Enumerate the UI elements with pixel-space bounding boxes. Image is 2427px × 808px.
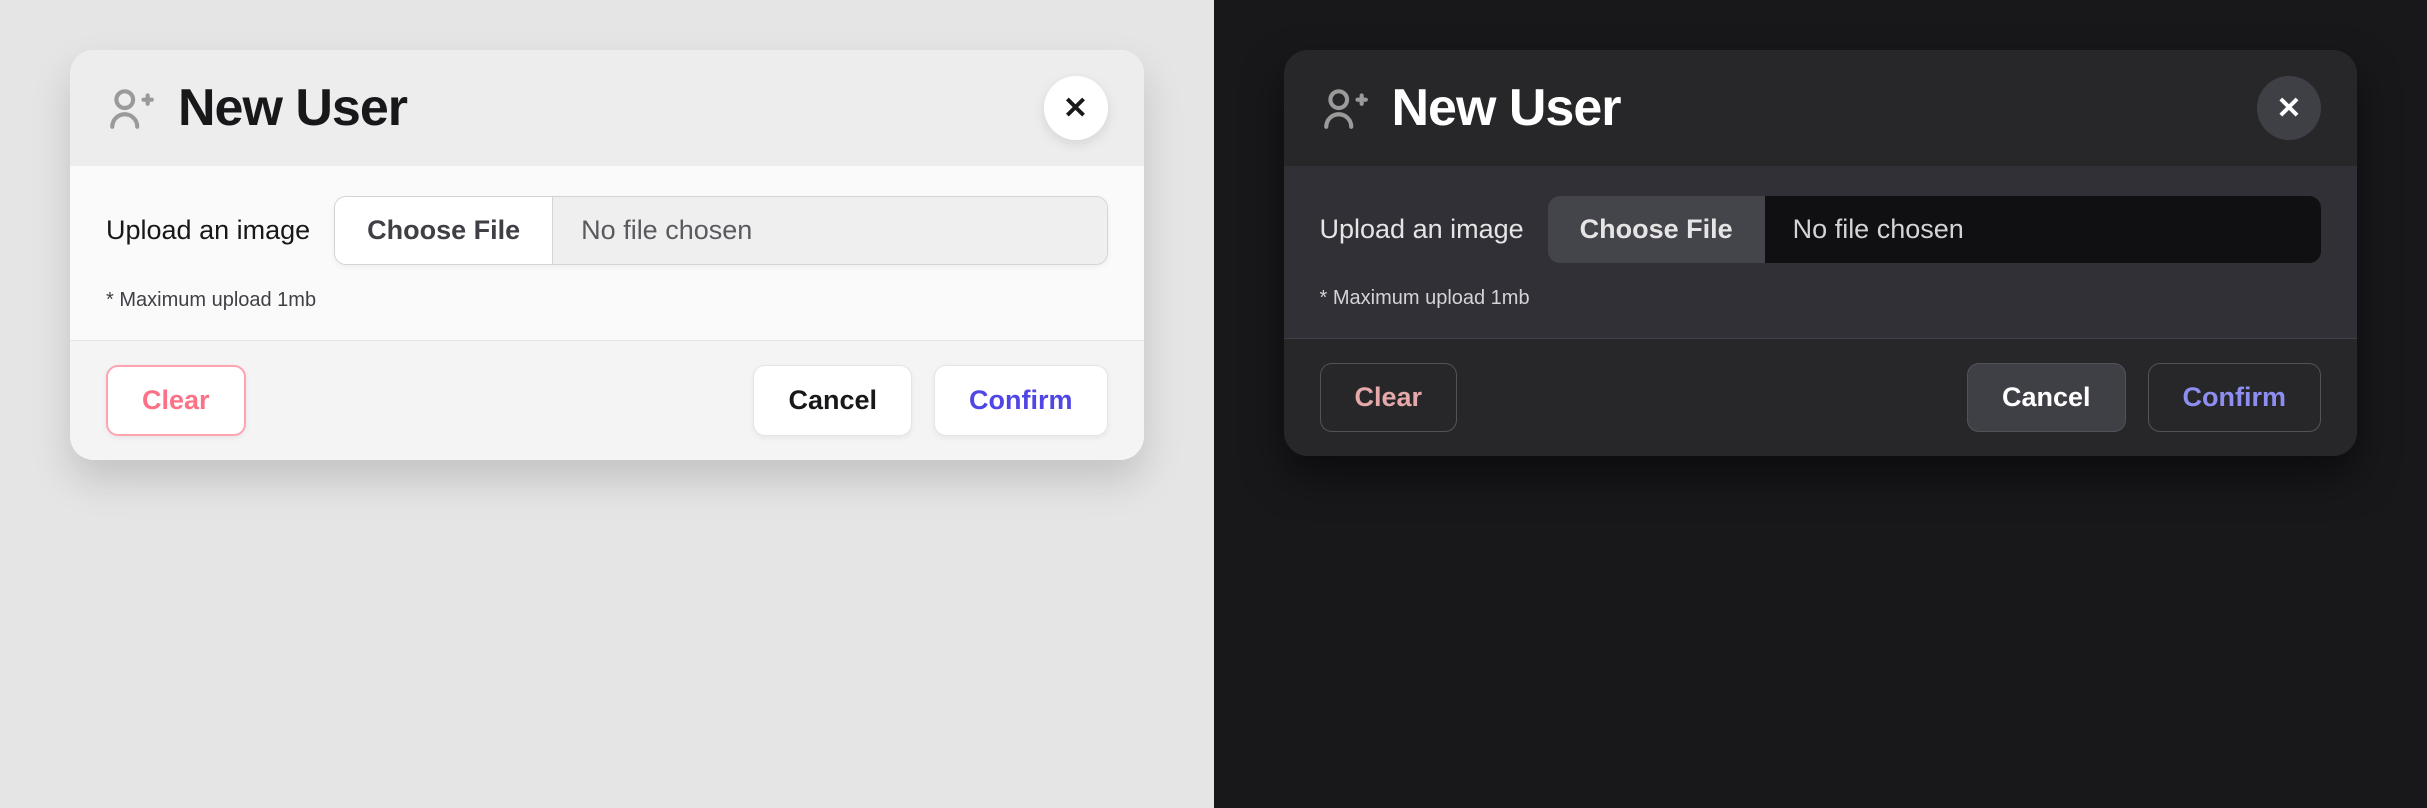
user-plus-icon	[1320, 83, 1370, 133]
light-theme-panel: New User ✕ Upload an image Choose File N…	[0, 0, 1214, 808]
upload-row: Upload an image Choose File No file chos…	[1320, 196, 2322, 263]
dialog-header: New User ✕	[70, 50, 1144, 166]
clear-button[interactable]: Clear	[106, 365, 246, 436]
upload-row: Upload an image Choose File No file chos…	[106, 196, 1108, 265]
dialog-body: Upload an image Choose File No file chos…	[70, 166, 1144, 340]
file-status-text: No file chosen	[553, 197, 1106, 264]
dialog-header: New User ✕	[1284, 50, 2358, 166]
close-button[interactable]: ✕	[2257, 76, 2321, 140]
close-button[interactable]: ✕	[1044, 76, 1108, 140]
file-input[interactable]: Choose File No file chosen	[334, 196, 1107, 265]
user-plus-icon	[106, 83, 156, 133]
choose-file-button[interactable]: Choose File	[1548, 196, 1765, 263]
cancel-button[interactable]: Cancel	[1967, 363, 2126, 432]
new-user-dialog: New User ✕ Upload an image Choose File N…	[1284, 50, 2358, 456]
file-status-text: No file chosen	[1765, 196, 2321, 263]
choose-file-button[interactable]: Choose File	[335, 197, 553, 264]
dialog-footer: Clear Cancel Confirm	[1284, 338, 2358, 456]
close-icon: ✕	[1063, 91, 1088, 126]
dialog-title: New User	[178, 78, 1022, 138]
close-icon: ✕	[2276, 91, 2301, 126]
dialog-footer: Clear Cancel Confirm	[70, 340, 1144, 460]
cancel-button[interactable]: Cancel	[753, 365, 912, 436]
confirm-button[interactable]: Confirm	[934, 365, 1108, 436]
new-user-dialog: New User ✕ Upload an image Choose File N…	[70, 50, 1144, 460]
footer-spacer	[268, 365, 732, 436]
upload-hint: * Maximum upload 1mb	[106, 289, 1108, 312]
confirm-button[interactable]: Confirm	[2148, 363, 2322, 432]
clear-button[interactable]: Clear	[1320, 363, 1458, 432]
upload-label: Upload an image	[1320, 214, 1524, 245]
file-input[interactable]: Choose File No file chosen	[1548, 196, 2321, 263]
upload-hint: * Maximum upload 1mb	[1320, 287, 2322, 310]
dialog-body: Upload an image Choose File No file chos…	[1284, 166, 2358, 338]
dark-theme-panel: New User ✕ Upload an image Choose File N…	[1214, 0, 2427, 808]
footer-spacer	[1479, 363, 1945, 432]
upload-label: Upload an image	[106, 215, 310, 246]
dialog-title: New User	[1392, 78, 2236, 138]
